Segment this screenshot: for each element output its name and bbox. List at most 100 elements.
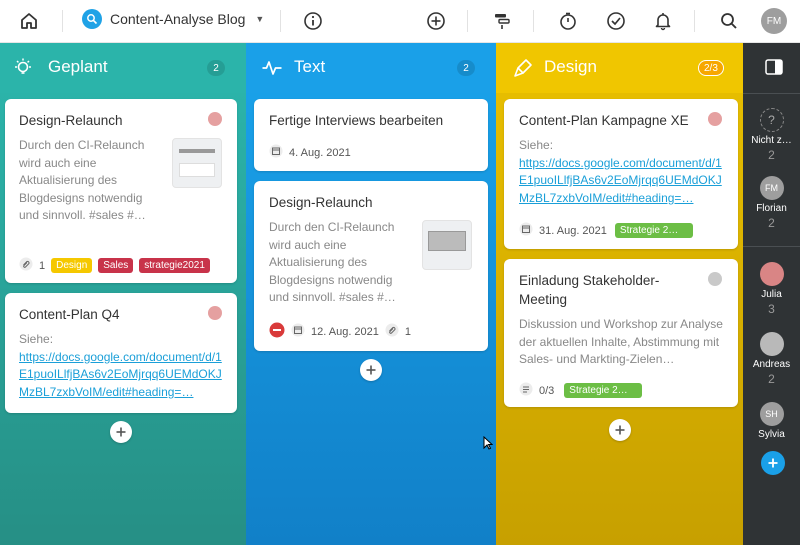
people-sidebar: ? Nicht z… 2 FM Florian 2 Julia 3 Andrea…: [743, 43, 800, 545]
card-title: Design-Relaunch: [269, 195, 373, 210]
user-avatar[interactable]: FM: [761, 8, 787, 34]
sidebar-person-unassigned[interactable]: ? Nicht z… 2: [743, 108, 800, 162]
card-description: Durch den CI-Relaunch wird auch eine Akt…: [19, 138, 146, 222]
lightbulb-icon: [12, 57, 34, 79]
avatar: [759, 262, 784, 286]
attachment-thumbnail: [422, 220, 472, 270]
add-icon[interactable]: [423, 8, 449, 34]
tag-strategie[interactable]: Strategie 2…: [614, 223, 693, 238]
home-icon[interactable]: [16, 8, 42, 34]
blocked-icon: [269, 322, 285, 341]
sidebar-person-florian[interactable]: FM Florian 2: [743, 176, 800, 230]
project-selector[interactable]: Content-Analyse Blog ▼: [82, 9, 264, 29]
assignee-avatar: [208, 112, 222, 126]
person-name: Andreas: [752, 359, 791, 370]
card-description: Siehe: https://docs.google.com/document/…: [19, 331, 227, 401]
card-title: Design-Relaunch: [19, 113, 123, 128]
paperclip-icon: [385, 323, 399, 340]
card-description: Durch den CI-Relaunch wird auch eine Akt…: [269, 220, 396, 304]
sidebar-toggle-icon[interactable]: [765, 59, 783, 80]
add-person-button[interactable]: [761, 451, 785, 475]
divider: [743, 93, 800, 94]
add-card-button[interactable]: [609, 419, 631, 441]
sidebar-person-sylvia[interactable]: SH Sylvia: [743, 402, 800, 440]
task-card[interactable]: Fertige Interviews bearbeiten 4. Aug. 20…: [254, 99, 488, 171]
sidebar-person-julia[interactable]: Julia 3: [743, 262, 800, 316]
add-card-button[interactable]: [110, 421, 132, 443]
project-logo-icon: [82, 9, 102, 29]
column-header: Text 2: [246, 43, 496, 93]
avatar: SH: [759, 402, 784, 426]
divider: [467, 10, 468, 32]
person-task-count: 3: [768, 302, 775, 316]
card-description: Diskussion und Workshop zur Analyse der …: [519, 317, 723, 366]
card-title: Einladung Stakeholder-Meeting: [519, 273, 660, 307]
person-name: Florian: [756, 203, 787, 214]
calendar-icon: [269, 144, 283, 161]
due-date: 4. Aug. 2021: [289, 146, 351, 159]
task-card[interactable]: Content-Plan Kampagne XE Siehe: https://…: [504, 99, 738, 249]
calendar-icon: [519, 222, 533, 239]
person-task-count: 2: [768, 148, 775, 162]
card-description-text: Siehe:: [19, 332, 54, 346]
column-title: Design: [544, 57, 597, 76]
due-date: 31. Aug. 2021: [539, 224, 607, 237]
column-title: Text: [294, 57, 326, 76]
checkmark-circle-icon[interactable]: [603, 8, 629, 34]
checklist-progress: 0/3: [539, 384, 555, 397]
add-card-button[interactable]: [360, 359, 382, 381]
avatar: FM: [759, 176, 784, 200]
column-count-badge: 2: [207, 60, 225, 76]
card-link[interactable]: https://docs.google.com/document/d/1E1pu…: [519, 155, 727, 208]
info-icon[interactable]: [300, 8, 326, 34]
attachment-thumbnail: [172, 138, 222, 188]
divider: [62, 10, 63, 32]
column-geplant: Geplant 2 Design-Relaunch Durch den CI-R…: [0, 43, 246, 545]
pulse-icon: [261, 57, 283, 79]
tag-strategie[interactable]: Strategie 2…: [564, 383, 643, 398]
attachment-count: 1: [404, 325, 412, 338]
column-design: Design 2/3 Content-Plan Kampagne XE Sieh…: [496, 43, 743, 545]
person-task-count: 2: [768, 216, 775, 230]
column-header: Design 2/3: [496, 43, 743, 93]
assignee-avatar: [708, 272, 722, 286]
card-link[interactable]: https://docs.google.com/document/d/1E1pu…: [19, 349, 227, 402]
column-count-badge: 2: [457, 60, 475, 76]
card-description: Siehe: https://docs.google.com/document/…: [519, 137, 727, 207]
divider: [694, 10, 695, 32]
calendar-icon: [291, 323, 305, 340]
task-card[interactable]: Design-Relaunch Durch den CI-Relaunch wi…: [254, 181, 488, 351]
person-name: Nicht z…: [751, 135, 792, 146]
task-card[interactable]: Design-Relaunch Durch den CI-Relaunch wi…: [5, 99, 237, 283]
card-meta: 4. Aug. 2021: [269, 144, 351, 161]
task-card[interactable]: Content-Plan Q4 Siehe: https://docs.goog…: [5, 293, 237, 413]
assignee-avatar: [208, 306, 222, 320]
divider: [280, 10, 281, 32]
stopwatch-icon[interactable]: [555, 8, 581, 34]
tag-strategie2021[interactable]: strategie2021: [139, 258, 210, 273]
task-card[interactable]: Einladung Stakeholder-Meeting Diskussion…: [504, 259, 738, 407]
top-bar: Content-Analyse Blog ▼ FM: [0, 0, 800, 43]
person-name: Julia: [761, 289, 782, 300]
divider: [743, 246, 800, 247]
column-text: Text 2 Fertige Interviews bearbeiten 4. …: [246, 43, 496, 545]
column-count-badge: 2/3: [698, 60, 724, 76]
column-title: Geplant: [48, 57, 108, 76]
timeline-icon[interactable]: [489, 8, 515, 34]
card-meta: 1 Design Sales strategie2021: [19, 257, 210, 274]
search-icon[interactable]: [716, 8, 742, 34]
sidebar-person-andreas[interactable]: Andreas 2: [743, 332, 800, 386]
tag-design[interactable]: Design: [51, 258, 93, 273]
card-description-text: Siehe:: [519, 138, 554, 152]
due-date: 12. Aug. 2021: [311, 325, 379, 338]
brush-icon: [512, 57, 534, 79]
unassigned-avatar: ?: [759, 108, 784, 132]
card-meta: 12. Aug. 2021 1: [269, 322, 411, 341]
bell-icon[interactable]: [650, 8, 676, 34]
tag-sales[interactable]: Sales: [98, 258, 134, 273]
paperclip-icon: [19, 257, 33, 274]
divider: [533, 10, 534, 32]
mouse-cursor-icon: [483, 435, 494, 455]
avatar: [759, 332, 784, 356]
person-name: Sylvia: [758, 429, 785, 440]
